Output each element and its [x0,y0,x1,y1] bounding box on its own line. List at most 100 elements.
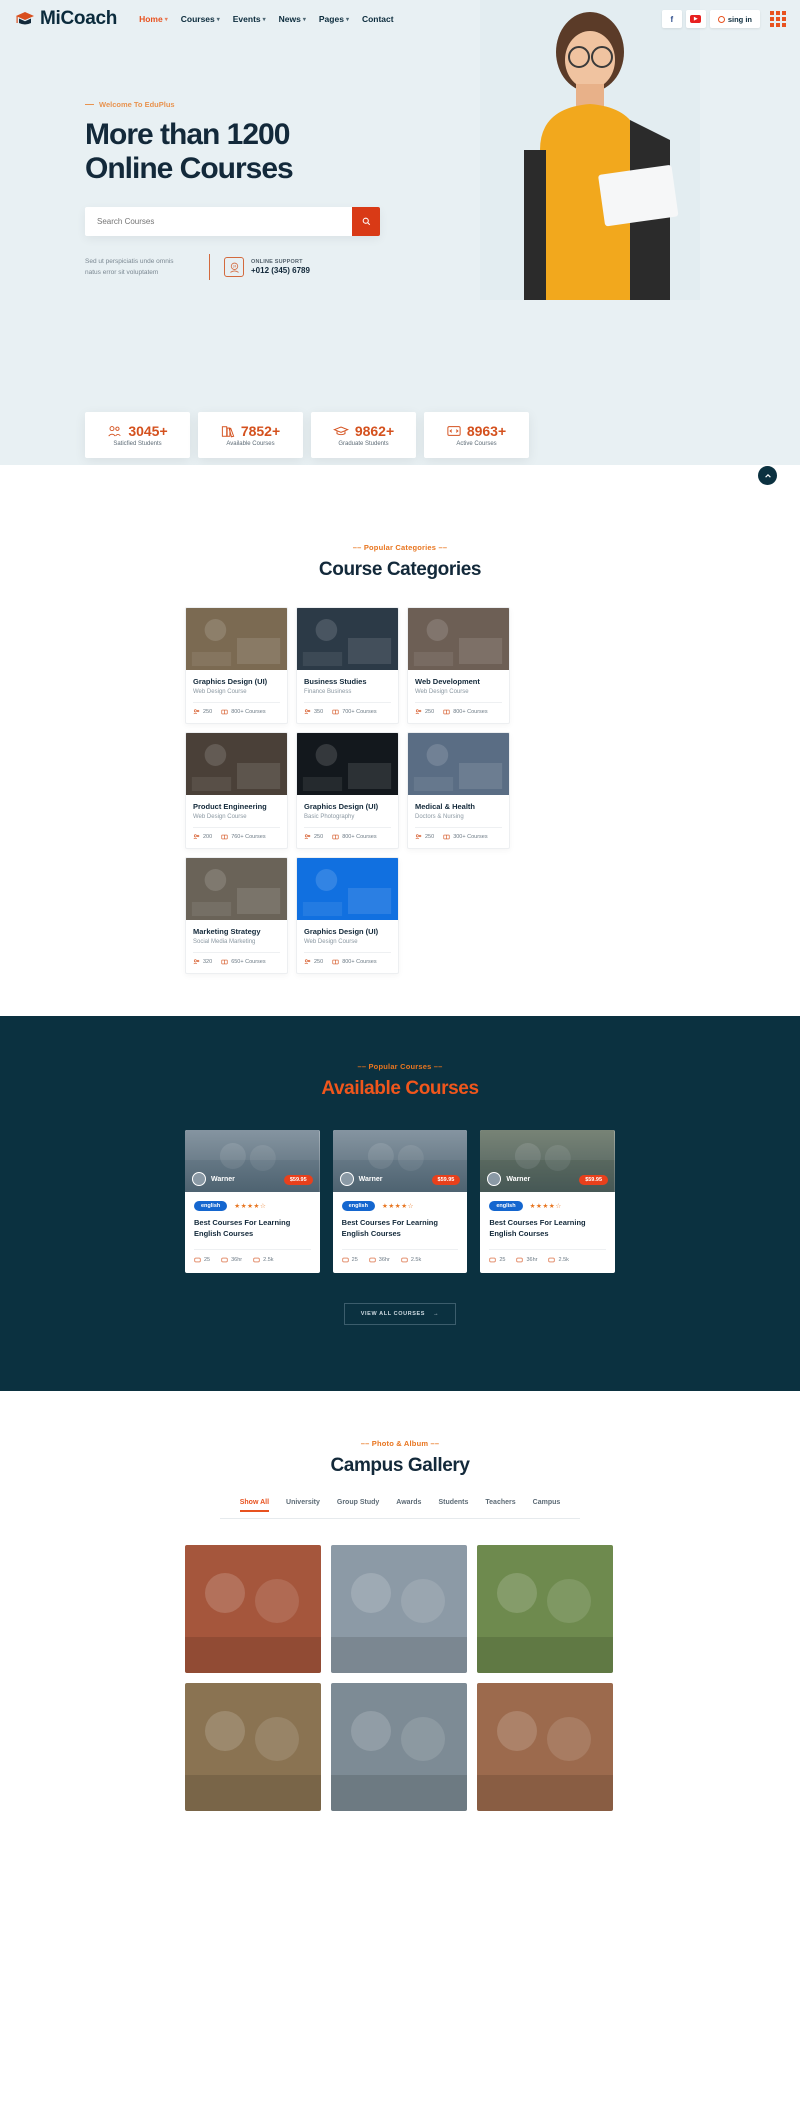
sign-in-button[interactable]: sing in [709,10,760,28]
book-icon [401,1257,408,1263]
category-subtitle: Finance Business [304,689,352,695]
nav-item-pages[interactable]: Pages ▾ [319,14,349,24]
category-image [186,733,287,795]
brand-name: MiCoach [40,8,118,29]
grid-menu-icon[interactable] [770,11,786,27]
course-grid: Warner $59.95 english ★★★★☆ Best Courses For… [185,1130,616,1273]
section-title: Available Courses [321,1078,479,1099]
clock-icon [369,1257,376,1263]
gallery-tab-awards[interactable]: Awards [396,1499,421,1512]
stat-card: 3045+ Saticfied Students [85,412,190,458]
category-students: 250 [193,709,212,715]
gallery-item[interactable] [477,1682,613,1811]
main-nav: Home ▾ Courses ▾ Events ▾ News ▾ Pages ▾ Cont… [139,14,394,24]
youtube-icon[interactable]: ▶ [685,10,706,28]
stat-label: Saticfied Students [113,441,162,447]
gallery-item[interactable] [185,1544,321,1673]
category-courses: 300+ Courses [443,834,488,840]
course-price-badge: $59.95 [431,1175,461,1185]
course-card[interactable]: Warner $59.95 english ★★★★☆ Best Courses For… [185,1130,320,1273]
course-meta-item: 2.5k [401,1257,421,1263]
nav-item-contact[interactable]: Contact [362,14,394,24]
category-card[interactable]: Business Studies Finance Business 350 700+ … [296,607,399,724]
course-language-badge: english [489,1201,523,1211]
gallery-grid [185,1544,615,1811]
view-all-courses-button[interactable]: VIEW ALL COURSES → [343,1302,457,1325]
category-subtitle: Doctors & Nursing [415,814,464,820]
book-icon [332,959,339,965]
gallery-tab-university[interactable]: University [286,1499,320,1512]
course-card[interactable]: Warner $59.95 english ★★★★☆ Best Courses For… [332,1130,468,1273]
category-students: 200 [193,834,212,840]
category-card[interactable]: Web Development Web Design Course 250 800+ … [407,607,510,724]
books-icon [221,425,235,437]
category-title: Medical & Health [415,802,476,811]
category-students: 250 [415,709,434,715]
support-label: ONLINE SUPPORT [251,259,303,266]
gallery-tab-show-all[interactable]: Show All [239,1499,270,1512]
stat-label: Graduate Students [338,441,389,447]
category-courses: 800+ Courses [443,709,488,715]
nav-item-courses[interactable]: Courses ▾ [181,14,220,24]
category-subtitle: Web Design Course [304,939,358,945]
nav-item-news[interactable]: News ▾ [279,14,306,24]
people-icon [193,709,200,715]
chevron-down-icon: ▾ [216,16,220,23]
category-card[interactable]: Graphics Design (UI) Web Design Course 250… [296,857,399,974]
gallery-tab-students[interactable]: Students [438,1499,468,1512]
category-card[interactable]: Medical & Health Doctors & Nursing 250 300+… [407,732,510,849]
gallery-tab-group-study[interactable]: Group Study [337,1499,379,1512]
category-card[interactable]: Marketing Strategy Social Media Marketing… [185,857,288,974]
category-image [297,733,398,795]
course-price-badge: $59.95 [283,1175,313,1185]
category-courses: 800+ Courses [332,834,377,840]
hero-search [85,207,380,237]
gallery-item[interactable] [477,1544,613,1673]
course-meta-item: 25 [489,1257,505,1263]
category-image [186,858,287,920]
scroll-to-top-button[interactable] [758,466,777,485]
arrow-right-icon: → [433,1310,440,1317]
gallery-tab-campus[interactable]: Campus [533,1499,561,1512]
book-icon [332,834,339,840]
section-eyebrow: –– Popular Courses –– [357,1062,443,1071]
course-image: Warner $59.95 [332,1130,468,1192]
category-card[interactable]: Graphics Design (UI) Basic Photography 250… [296,732,399,849]
category-subtitle: Basic Photography [304,814,355,820]
course-meta-item: 25 [194,1257,210,1263]
search-button[interactable] [352,207,380,237]
support-block: 24 ONLINE SUPPORT +012 (345) 6789 [224,257,310,278]
chevron-down-icon: ▾ [302,16,306,23]
people-icon [415,709,422,715]
chevron-down-icon: ▾ [345,16,349,23]
course-title: Best Courses For Learning English Course… [194,1218,291,1238]
course-author-name: Warner [506,1175,531,1183]
book-icon [548,1257,556,1263]
category-students: 250 [415,834,434,840]
category-card[interactable]: Product Engineering Web Design Course 200 7… [185,732,288,849]
category-card[interactable]: Graphics Design (UI) Web Design Course 250… [185,607,288,724]
category-grid: Graphics Design (UI) Web Design Course 250… [185,607,615,974]
book-icon [221,959,228,965]
course-rating-stars: ★★★★☆ [381,1203,415,1210]
stat-number: 8963+ [466,423,507,439]
gallery-item[interactable] [331,1682,467,1811]
category-students: 250 [304,959,323,965]
nav-item-home[interactable]: Home ▾ [139,14,168,24]
facebook-icon[interactable]: f [661,10,682,28]
hero-eyebrow: Welcome To EduPlus [85,100,800,109]
category-courses: 800+ Courses [221,709,266,715]
gallery-tab-teachers[interactable]: Teachers [485,1499,515,1512]
course-card[interactable]: Warner $59.95 english ★★★★☆ Best Courses For… [480,1130,616,1273]
hero-section: MiCoach Home ▾ Courses ▾ Events ▾ News ▾ Pag… [0,0,800,465]
section-title: Course Categories [318,559,482,580]
nav-item-events[interactable]: Events ▾ [233,14,266,24]
category-title: Marketing Strategy [193,927,261,936]
search-input[interactable] [85,217,352,227]
gallery-item[interactable] [185,1682,321,1811]
gallery-item[interactable] [331,1544,467,1673]
stat-card: 8963+ Active Courses [424,412,529,458]
category-subtitle: Web Design Course [193,814,247,820]
support-phone: +012 (345) 6789 [251,266,310,276]
brand-logo[interactable]: MiCoach [14,8,117,30]
